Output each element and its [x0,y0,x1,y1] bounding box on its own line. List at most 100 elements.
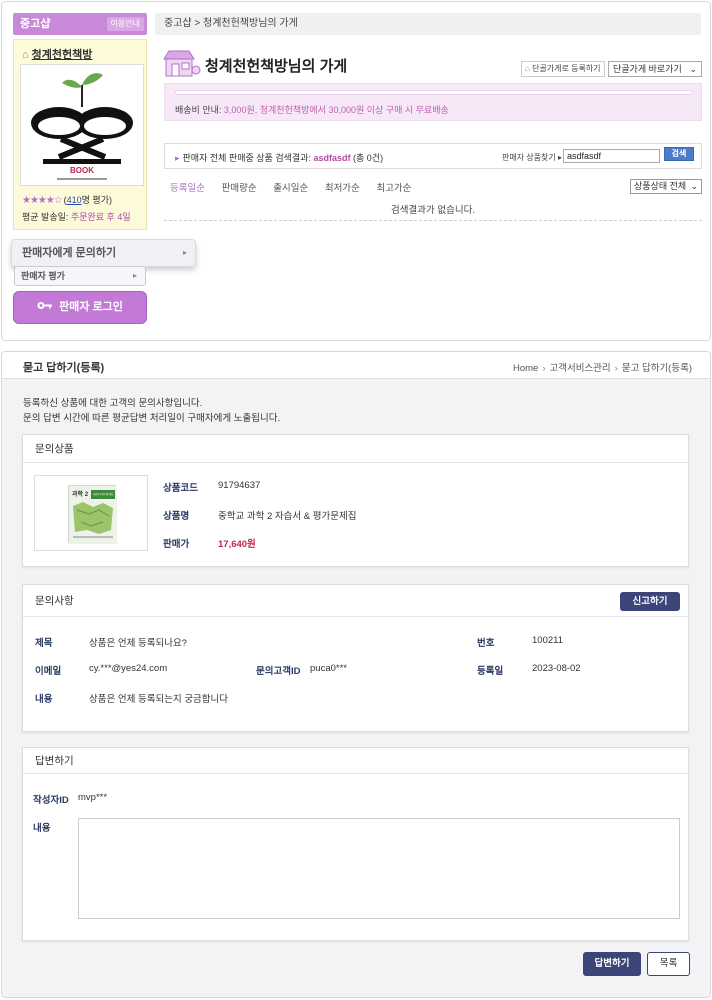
seller-login-button[interactable]: 판매자 로그인 [13,291,147,324]
inquiry-date: 2023-08-02 [532,663,581,674]
writer-id: mvp*** [78,792,108,803]
logo-book-text: BOOK [70,166,94,175]
chevron-down-icon: ⌄ [689,64,697,74]
book-cover: 과학 2 자습서 & 평가문제집 [68,485,117,544]
date-label: 등록일 [477,666,504,677]
key-icon [37,292,53,323]
qa-panel: 묻고 답하기(등록) Home › 고객서비스관리 › 묻고 답하기(등록) 등록하신 … [1,351,711,998]
search-keyword: asdfasdf [313,153,351,163]
section-title: 문의상품 [23,435,688,463]
register-favorite-label: 단골가게로 등록하기 [532,64,601,73]
rating-count: (410명 평가) [64,195,112,205]
qa-notice: 등록하신 상품에 대한 고객의 문의사항입니다. 문의 답변 시간에 따른 평균… [23,396,280,426]
writer-id-label: 작성자ID [33,795,69,806]
shop-logo-image: BOOK [31,73,133,180]
report-button[interactable]: 신고하기 [620,592,680,611]
shipping-bar [175,90,693,95]
seller-rating-button[interactable]: 판매자 평가 ▸ [14,266,146,286]
inquiry-content: 상품은 언제 등록되는지 궁금합니다 [89,694,229,705]
seller-search-input[interactable]: asdfasdf [563,149,660,163]
triangle-right-icon: ▸ [175,153,180,163]
sort-tabs: 등록일순 판매량순 출시일순 최저가순 최고가순 [170,180,425,194]
sort-tab[interactable]: 최저가순 [325,183,360,194]
seller-login-label: 판매자 로그인 [59,301,123,313]
chevron-right-icon: › [542,363,546,374]
shop-name-link[interactable]: ⌂ 청계천헌책방 [22,46,92,62]
store-icon [163,48,201,78]
shop-name-text: 청계천헌책방 [31,49,93,61]
product-price: 17,640원 [218,539,256,550]
product-thumbnail[interactable]: 과학 2 자습서 & 평가문제집 [34,475,148,551]
search-button[interactable]: 검색 [664,147,694,161]
product-name-label: 상품명 [163,511,190,522]
inquiry-subject: 상품은 언제 등록되나요? [89,638,187,649]
favorite-store-label: 단골가게 바로가기 [613,64,682,74]
page-title: 묻고 답하기(등록) [23,362,105,374]
rating-stars: ★★★★☆ (410명 평가) [22,193,112,206]
inquiry-email: cy.***@yes24.com [89,663,168,674]
sort-tab[interactable]: 최고가순 [376,183,411,194]
reply-button[interactable]: 답변하기 [583,952,641,976]
breadcrumb: Home › 고객서비스관리 › 묻고 답하기(등록) [513,360,692,374]
product-section: 문의상품 과학 2 자습서 & 평가문제집 상품코드 91794637 상품명 … [22,434,689,567]
shipping-value: 3,000원, 청계천헌책방에서 30,000원 이상 구매 시 무료배송 [223,105,449,115]
avg-ship-date: 평균 발송일: 주문완료 후 4일 [22,210,131,223]
avg-ship-label: 평균 발송일: [22,212,69,222]
product-price-label: 판매가 [163,539,190,550]
store-panel: 중고샵 이용안내 ⌂ 청계천헌책방 BOOK ★★★★☆ (410명 평가) 평… [1,1,711,341]
answer-content-label: 내용 [33,823,51,834]
store-title: 청계천헌책방님의 가게 [205,58,348,75]
chevron-right-icon: ▸ [182,248,187,257]
seller-search-bar: ▸ 판매자 전체 판매중 상품 검색결과: asdfasdf (총 0건) 판매자… [164,143,702,169]
product-code: 91794637 [218,480,261,491]
shop-profile-box: ⌂ 청계천헌책방 BOOK ★★★★☆ (410명 평가) 평균 발송일: 주문… [13,39,147,230]
used-shop-title: 중고샵 [20,18,51,30]
empty-result-message: 검색결과가 없습니다. [391,205,475,216]
avg-ship-value: 주문완료 후 4일 [70,212,131,222]
sort-tab[interactable]: 판매량순 [222,183,257,194]
customer-id: puca0*** [310,663,347,674]
shipping-info-box: 배송비 안내: 3,000원, 청계천헌책방에서 30,000원 이상 구매 시… [164,83,702,121]
inquiry-section: 문의사항 신고하기 제목 상품은 언제 등록되나요? 번호 100211 이메일… [22,584,689,732]
favorite-store-select[interactable]: 단골가게 바로가기 ⌄ [608,61,702,77]
book-cover-title: 과학 2 [72,490,89,498]
used-shop-header: 중고샵 이용안내 [13,13,147,35]
seller-find-label: 판매자 상품찾기 ▸ [502,153,562,162]
notice-line-1: 등록하신 상품에 대한 고객의 문의사항입니다. [23,398,203,409]
list-button[interactable]: 목록 [647,952,690,976]
breadcrumb: 중고샵 > 청계천헌책방님의 가게 [155,13,701,35]
register-favorite-button[interactable]: ⌂ 단골가게로 등록하기 [521,61,605,77]
subject-label: 제목 [35,638,53,649]
sort-tab[interactable]: 등록일순 [170,183,205,194]
shipping-info: 배송비 안내: 3,000원, 청계천헌책방에서 30,000원 이상 구매 시… [175,103,449,116]
answer-textarea[interactable] [78,818,680,919]
inquiry-number: 100211 [532,635,563,646]
search-result-summary: ▸ 판매자 전체 판매중 상품 검색결과: asdfasdf (총 0건) [175,151,383,164]
product-state-label: 상품상태 전체 [634,181,687,191]
book-cover-badge: 자습서 & 평가문제집 [93,492,114,496]
product-state-select[interactable]: 상품상태 전체 ⌄ [630,179,702,194]
chevron-right-icon: › [614,363,618,374]
chevron-right-icon: ▸ [132,271,137,280]
seller-rating-label: 판매자 평가 [21,271,65,281]
answer-section: 답변하기 작성자ID mvp*** 내용 [22,747,689,941]
section-title: 답변하기 [23,748,688,774]
rating-count-link[interactable]: 410 [67,195,82,205]
guide-button[interactable]: 이용안내 [106,17,144,31]
divider [164,220,702,221]
product-code-label: 상품코드 [163,483,198,494]
content-label: 내용 [35,694,53,705]
breadcrumb-customer-service[interactable]: 고객서비스관리 [549,363,610,374]
breadcrumb-home[interactable]: Home [513,363,538,374]
number-label: 번호 [477,638,495,649]
chevron-down-icon: ⌄ [690,181,698,191]
ask-seller-button[interactable]: 판매자에게 문의하기 ▸ [11,239,196,267]
customer-id-label: 문의고객ID [256,666,301,677]
section-title: 문의사항 [23,585,688,617]
house-icon: ⌂ [525,64,530,73]
product-name: 중학교 과학 2 자습서 & 평가문제집 [218,511,357,522]
search-result-prefix: 판매자 전체 판매중 상품 검색결과: [182,153,311,163]
sort-tab[interactable]: 출시일순 [273,183,308,194]
home-icon: ⌂ [22,49,29,61]
star-icons: ★★★★☆ [22,195,63,206]
